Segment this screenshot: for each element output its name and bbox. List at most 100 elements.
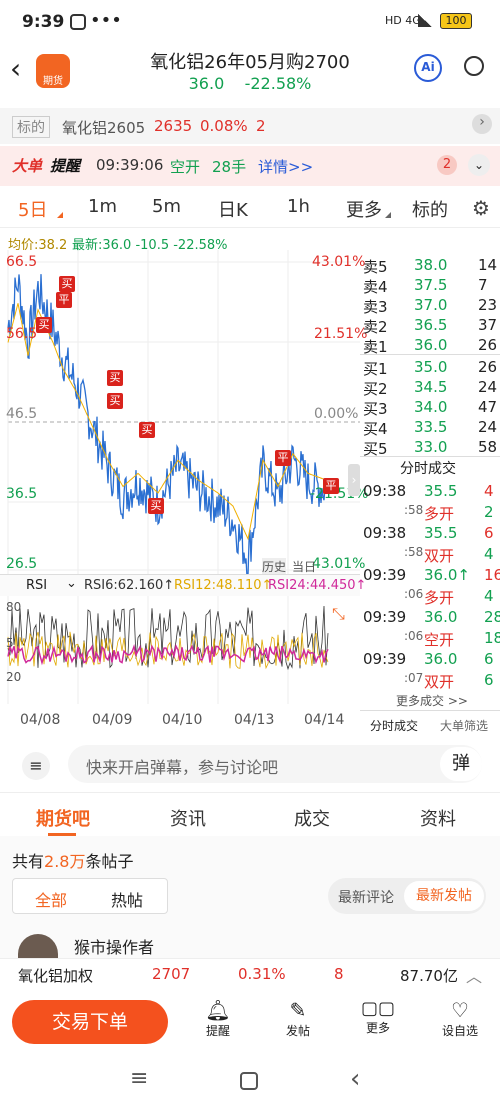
tab-5m[interactable]: 5m [152,196,181,217]
rsi-dropdown-icon[interactable]: ⌄ [66,576,77,591]
big-order-alert[interactable]: 大单 提醒 09:39:06 空开 28手 详情>> 2 ⌄ [0,146,500,186]
trade-time: :58 [404,545,424,559]
ask-row[interactable]: 卖5 38.0 14 [360,256,500,276]
trade-row: :58 多开 2 [360,503,500,523]
ai-icon[interactable]: Ai [414,54,442,82]
rsi-header: RSI ⌄ RSI6:62.160↑ RSI12:48.110↑ RSI24:4… [0,574,366,596]
filter-all[interactable]: 全部 [35,887,67,911]
ask-volume: 14 [478,256,498,274]
ask-volume: 26 [478,336,498,354]
more-trades-link[interactable]: 更多成交 >> [396,692,468,709]
trade-volume: 4 [484,545,494,563]
nav-watchlist[interactable]: ♡ 设自选 [432,998,488,1048]
system-nav: ≡ ‹ [0,1048,500,1111]
rsi-axis-50: 5 [6,636,14,650]
tab-time-trades[interactable]: 分时成交 [370,717,418,734]
network-label: HD 4G [385,14,421,27]
author-avatar[interactable] [18,934,58,960]
trade-volume: 2 [484,503,494,521]
trade-time: :06 [404,629,424,643]
comment-input[interactable]: 快来开启弹幕，参与讨论吧 弹 [68,745,482,783]
more-notify-icon: ••• [90,10,122,31]
tab-news[interactable]: 资讯 [170,805,206,831]
bid-row[interactable]: 买3 34.0 47 [360,398,500,418]
chevron-up-icon[interactable]: ︿ [466,963,482,987]
trade-time: :06 [404,587,424,601]
tab-more-corner [385,212,391,218]
bid-row[interactable]: 买2 34.5 24 [360,378,500,398]
post-filter: 全部 热帖 [12,878,168,914]
underlying-price: 2635 [154,117,193,135]
tab-trades[interactable]: 成交 [294,805,330,831]
bid-price: 33.5 [414,418,448,436]
tab-more[interactable]: 更多 [346,196,382,222]
trade-volume: 6 [484,671,494,689]
book-divider [360,354,500,355]
tab-underlying[interactable]: 标的 [412,196,448,222]
tab-big-order-filter[interactable]: 大单筛选 [440,717,488,734]
ask-row[interactable]: 卖2 36.5 37 [360,316,500,336]
tab-daily-k[interactable]: 日K [218,196,248,222]
chevron-down-icon[interactable]: ⌄ [468,154,490,176]
danmu-toggle-icon[interactable]: ≡ [22,752,50,780]
bottom-ticker[interactable]: 氧化铝加权 2707 0.31% 8 87.70亿 ︿ [0,958,500,992]
trades-title: 分时成交 [400,461,456,477]
section-tabs: 期货吧 资讯 成交 资料 [0,792,500,836]
trade-price: 36.0↑ [424,566,470,584]
ask-price: 36.0 [414,336,448,354]
tab-1h[interactable]: 1h [287,196,310,217]
tab-1m[interactable]: 1m [88,196,117,217]
tab-info[interactable]: 资料 [420,805,456,831]
nav-post-label: 发帖 [285,1024,310,1038]
ask-row[interactable]: 卖4 37.5 7 [360,276,500,296]
trade-volume: 4 [484,482,494,500]
bid-volume: 24 [478,418,498,436]
sort-latest-comment[interactable]: 最新评论 [338,887,394,907]
bid-row[interactable]: 买4 33.5 24 [360,418,500,438]
rsi-axis-20: 20 [6,670,22,684]
alert-badge2: 提醒 [50,157,81,175]
trade-row: 09:39 36.0 28 [360,608,500,628]
nav-remind[interactable]: 🔔︎ 提醒 [196,998,240,1048]
menu-icon[interactable]: ≡ [130,1066,148,1091]
back-nav-icon[interactable]: ‹ [350,1064,360,1094]
search-icon[interactable] [464,56,484,76]
history-label[interactable]: 历史 [262,558,287,575]
ask-volume: 37 [478,316,498,334]
today-label[interactable]: 当日 [292,558,316,575]
filter-hot[interactable]: 热帖 [111,887,143,911]
trade-marker: 买 [107,370,123,386]
bid-row[interactable]: 买1 35.0 26 [360,358,500,378]
alert-detail-link[interactable]: 详情>> [258,156,313,177]
home-icon[interactable] [240,1072,258,1090]
tab-5day[interactable]: 5日 [18,196,47,222]
comment-placeholder: 快来开启弹幕，参与讨论吧 [86,758,279,777]
trade-order-button[interactable]: 交易下单 [12,1000,168,1044]
rsi24-value: RSI24:44.450↑ [268,578,367,593]
tab-forum[interactable]: 期货吧 [36,805,90,831]
collapse-book-handle[interactable]: › [348,464,360,496]
underlying-name: 氧化铝2605 [62,119,146,137]
nav-more[interactable]: ▢▢ 更多 [356,998,400,1048]
bid-volume: 47 [478,398,498,416]
trade-volume: 18 [484,629,500,647]
chevron-right-icon[interactable]: › [472,114,492,134]
author-name[interactable]: 猴市操作者 [74,934,154,958]
date-label: 04/08 [20,712,61,728]
price-series-line [7,274,327,580]
chart-panel[interactable]: 均价:38.2 最新:36.0 -10.5 -22.58% 66.5 56.5 … [0,228,368,738]
ask-row[interactable]: 卖1 36.0 26 [360,336,500,356]
trade-row: :07 双开 6 [360,671,500,691]
underlying-row[interactable]: 标的 氧化铝2605 2635 0.08% 2 › [0,108,500,144]
sort-latest-post[interactable]: 最新发帖 [404,881,484,911]
ask-row[interactable]: 卖3 37.0 23 [360,296,500,316]
trade-marker: 平 [275,450,291,466]
bid-level: 买1 [363,360,388,378]
bottom-nav: 交易下单 🔔︎ 提醒 ✎ 发帖 ▢▢ 更多 ♡ 设自选 [0,992,500,1048]
rsi-selector[interactable]: RSI [26,578,47,593]
nav-post[interactable]: ✎ 发帖 [276,998,320,1048]
settings-gear-icon[interactable]: ⚙ [472,196,490,220]
danmu-button[interactable]: 弹 [440,747,482,781]
expand-icon[interactable]: ⤡ [332,604,345,624]
bid-row[interactable]: 买5 33.0 58 [360,438,500,458]
